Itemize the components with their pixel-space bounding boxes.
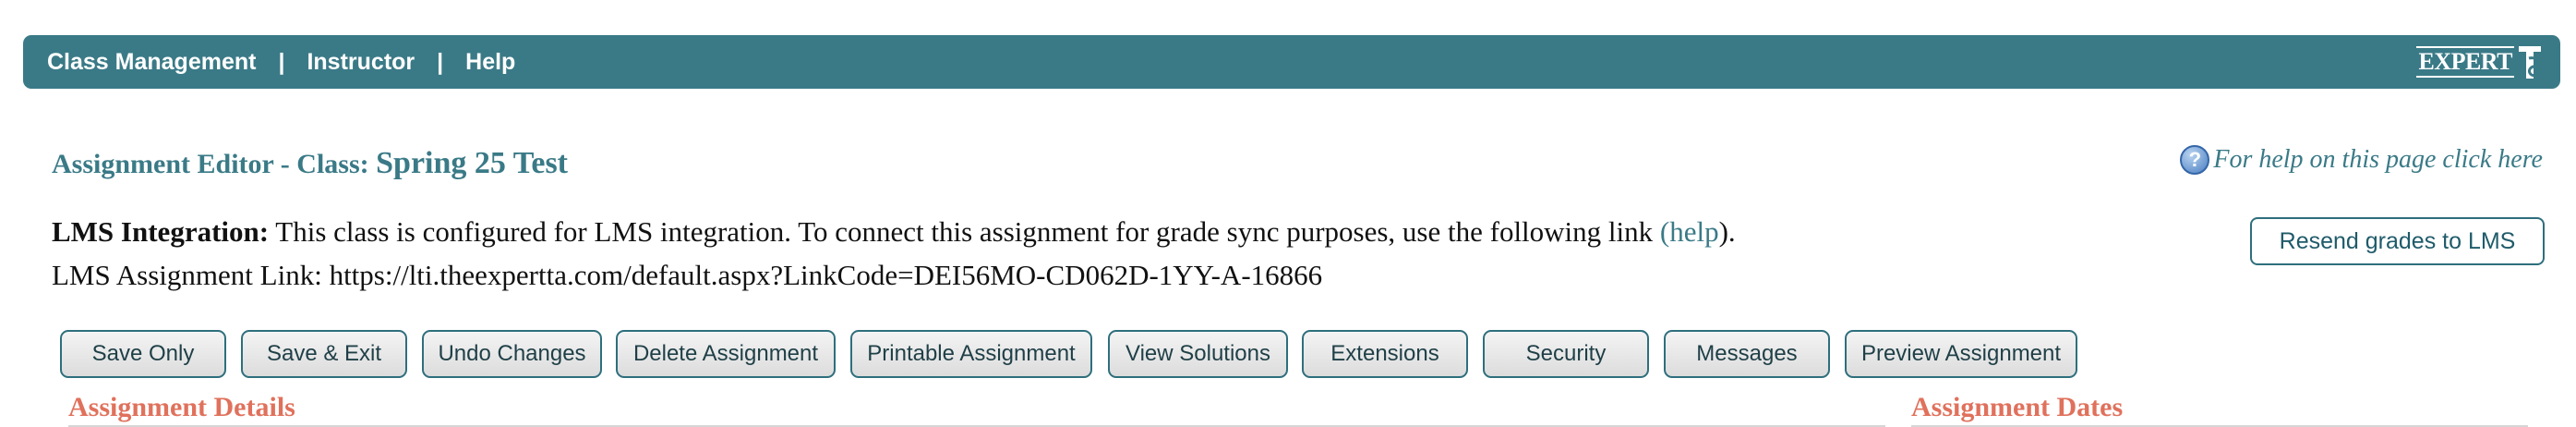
class-name: Spring 25 Test [376, 146, 568, 180]
lms-help-link[interactable]: (help [1660, 215, 1719, 248]
logo-ta-mark-icon [2519, 46, 2541, 79]
page-help-text: For help on this page click here [2213, 145, 2543, 174]
nav-separator: | [278, 48, 285, 75]
view-solutions-button[interactable]: View Solutions [1108, 330, 1288, 378]
page-help-link[interactable]: ? For help on this page click here [2180, 145, 2543, 175]
lms-integration-message: LMS Integration: This class is configure… [52, 215, 1736, 249]
nav-instructor[interactable]: Instructor [307, 49, 415, 76]
lms-integration-text: This class is configured for LMS integra… [269, 215, 1660, 248]
nav-separator: | [437, 48, 444, 75]
preview-assignment-button[interactable]: Preview Assignment [1845, 330, 2077, 378]
lms-help-link-text: help [1669, 215, 1719, 248]
lms-link-url: https://lti.theexpertta.com/default.aspx… [329, 259, 1323, 291]
help-question-icon: ? [2180, 145, 2210, 175]
nav-help[interactable]: Help [465, 49, 515, 76]
expert-ta-logo[interactable]: EXPERT [2416, 43, 2544, 81]
security-button[interactable]: Security [1483, 330, 1649, 378]
undo-changes-button[interactable]: Undo Changes [422, 330, 602, 378]
save-only-button[interactable]: Save Only [60, 330, 226, 378]
extensions-button[interactable]: Extensions [1302, 330, 1468, 378]
messages-button[interactable]: Messages [1664, 330, 1830, 378]
lms-integration-label: LMS Integration: [52, 215, 270, 248]
assignment-details-heading: Assignment Details [68, 392, 295, 422]
top-nav: Class Management | Instructor | Help [47, 35, 515, 89]
resend-grades-button[interactable]: Resend grades to LMS [2250, 217, 2545, 265]
assignment-toolbar: Save Only Save & Exit Undo Changes Delet… [0, 330, 2576, 380]
nav-class-management[interactable]: Class Management [47, 49, 256, 76]
page-title-prefix: Assignment Editor - Class: [52, 149, 377, 179]
lms-link-label: LMS Assignment Link: [52, 259, 330, 291]
lms-help-close: ). [1718, 215, 1736, 248]
top-nav-bar: Class Management | Instructor | Help EXP… [23, 35, 2560, 89]
save-exit-button[interactable]: Save & Exit [241, 330, 407, 378]
logo-text: EXPERT [2416, 46, 2514, 78]
assignment-dates-heading: Assignment Dates [1911, 392, 2124, 422]
printable-assignment-button[interactable]: Printable Assignment [850, 330, 1092, 378]
lms-assignment-link-line: LMS Assignment Link: https://lti.theexpe… [52, 259, 1322, 292]
delete-assignment-button[interactable]: Delete Assignment [616, 330, 836, 378]
page-title: Assignment Editor - Class: Spring 25 Tes… [52, 146, 568, 181]
lms-help-open-paren: ( [1659, 215, 1670, 248]
